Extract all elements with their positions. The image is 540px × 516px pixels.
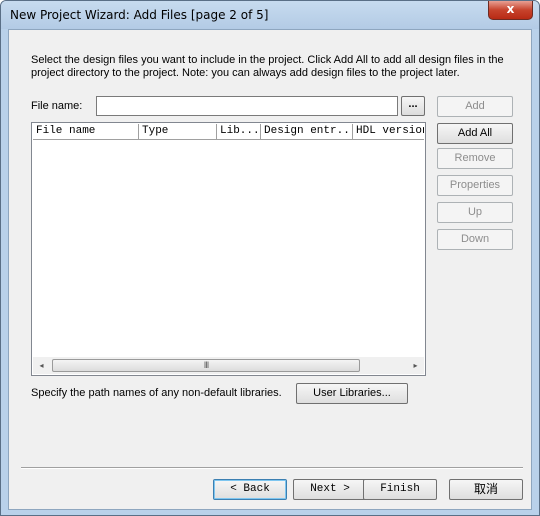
file-name-label: File name: [31,100,83,112]
scroll-thumb[interactable]: III [52,359,360,372]
column-header-design-entry[interactable]: Design entr... [261,124,353,139]
table-header: File name Type Lib... Design entr... HDL… [33,124,424,140]
properties-button[interactable]: Properties [437,175,513,196]
wizard-window: New Project Wizard: Add Files [page 2 of… [0,0,540,516]
browse-button[interactable]: ... [401,96,425,116]
close-icon: x [506,2,515,16]
libraries-text: Specify the path names of any non-defaul… [31,387,282,399]
footer-divider [21,467,523,469]
intro-line-1: Select the design files you want to incl… [31,54,504,66]
up-button[interactable]: Up [437,202,513,223]
column-header-type[interactable]: Type [139,124,217,139]
down-button[interactable]: Down [437,229,513,250]
remove-button[interactable]: Remove [437,148,513,169]
scroll-right-icon[interactable]: ▸ [407,357,424,374]
back-button[interactable]: < Back [213,479,287,500]
add-button[interactable]: Add [437,96,513,117]
next-button[interactable]: Next > [293,479,367,500]
cancel-button[interactable]: 取消 [449,479,523,500]
window-title: New Project Wizard: Add Files [page 2 of… [10,8,269,22]
files-table[interactable]: File name Type Lib... Design entr... HDL… [31,122,426,376]
horizontal-scrollbar[interactable]: ◂ III ▸ [33,357,424,374]
file-name-input[interactable] [96,96,398,116]
intro-line-2: project directory to the project. Note: … [31,67,460,79]
scroll-left-icon[interactable]: ◂ [33,357,50,374]
close-button[interactable]: x [488,1,533,20]
finish-button[interactable]: Finish [363,479,437,500]
intro-text: Select the design files you want to incl… [31,54,511,80]
add-all-button[interactable]: Add All [437,123,513,144]
column-header-file-name[interactable]: File name [33,124,139,139]
column-header-library[interactable]: Lib... [217,124,261,139]
user-libraries-button[interactable]: User Libraries... [296,383,408,404]
column-header-hdl-version[interactable]: HDL version [353,124,424,139]
title-bar[interactable]: New Project Wizard: Add Files [page 2 of… [1,1,539,29]
wizard-client-area: Select the design files you want to incl… [8,29,532,510]
